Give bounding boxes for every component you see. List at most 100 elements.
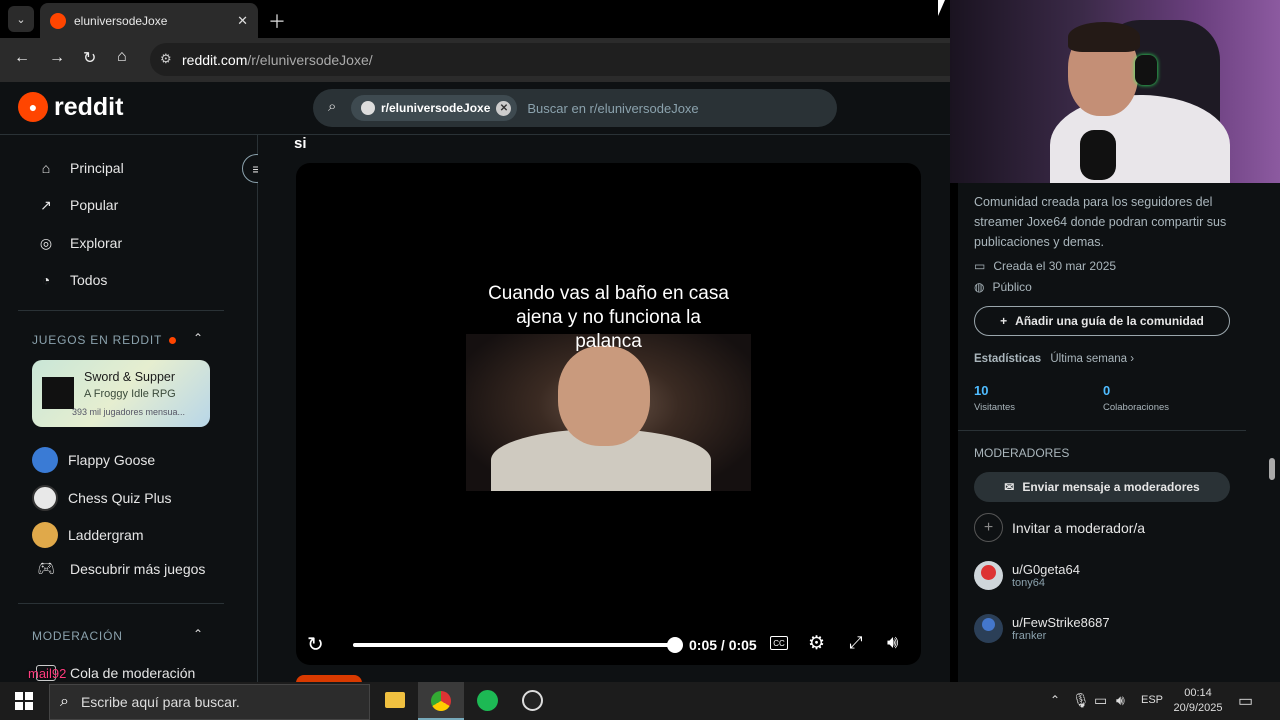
game-flappy-goose[interactable]: Flappy Goose: [32, 447, 155, 473]
stats-period: Última semana ›: [1050, 353, 1135, 365]
main-content: si Cuando vas al baño en casa ajena y no…: [258, 135, 950, 682]
sidebar-item-label: Cola de moderación: [70, 665, 196, 681]
explore-icon: ◎: [39, 234, 53, 251]
webcam-hair: [1068, 22, 1140, 52]
sidebar-item-todos[interactable]: ◔ Todos: [36, 270, 108, 290]
reddit-header: ● reddit ⌕ r/eluniversodeJoxe ✕ Buscar e…: [0, 82, 950, 135]
moderator-item[interactable]: u/G0geta64 tony64: [974, 561, 1080, 590]
moderator-item[interactable]: u/FewStrike8687 franker: [974, 614, 1110, 643]
goose-icon: [32, 447, 58, 473]
new-tab-button[interactable]: ＋: [268, 8, 286, 34]
settings-icon[interactable]: ⚙: [808, 632, 825, 655]
webcam-headset: [1135, 55, 1157, 85]
close-tab-icon[interactable]: ✕: [237, 13, 248, 29]
video-player[interactable]: Cuando vas al baño en casa ajena y no fu…: [296, 163, 921, 665]
button-label: Añadir una guía de la comunidad: [1015, 314, 1204, 328]
page-scrollbar[interactable]: [1269, 183, 1277, 682]
add-user-icon: +: [974, 513, 1003, 542]
add-community-guide-button[interactable]: + Añadir una guía de la comunidad: [974, 306, 1230, 336]
volume-icon[interactable]: 🔊︎: [887, 632, 898, 653]
visitors-value: 10: [974, 383, 989, 398]
language-indicator[interactable]: ESP: [1141, 694, 1163, 706]
captions-icon[interactable]: CC: [770, 636, 788, 650]
start-button[interactable]: [15, 692, 33, 710]
discover-games[interactable]: 🎮︎ Descubrir más juegos: [36, 560, 205, 577]
address-bar[interactable]: ⚙ reddit.com /r/eluniversodeJoxe/: [150, 43, 950, 76]
microphone-icon[interactable]: 🎙︎: [1072, 692, 1090, 709]
sidebar-item-popular[interactable]: ↗ Popular: [36, 195, 118, 215]
tab-search-button[interactable]: ⌄: [8, 6, 34, 32]
video-progress-fill: [353, 643, 675, 647]
community-sidebar: Comunidad creada para los seguidores del…: [958, 183, 1280, 682]
network-icon[interactable]: ▭: [1094, 692, 1107, 709]
fullscreen-icon[interactable]: ⤢: [849, 633, 863, 653]
volume-icon[interactable]: 🔊︎: [1116, 692, 1125, 709]
vote-bar-partial[interactable]: [296, 675, 362, 682]
replay-icon[interactable]: ↻: [307, 632, 324, 657]
sidebar-item-explorar[interactable]: ◎ Explorar: [36, 233, 122, 253]
featured-game-card[interactable]: Sword & Supper A Froggy Idle RPG 393 mil…: [32, 360, 210, 427]
visibility-label: Público: [992, 280, 1032, 294]
contrib-label: Colaboraciones: [1103, 402, 1170, 413]
search-placeholder: Buscar en r/eluniversodeJoxe: [527, 100, 699, 116]
scrollbar-thumb[interactable]: [1269, 458, 1275, 480]
moderation-section-header[interactable]: MODERACIÓN: [32, 629, 123, 643]
browser-toolbar: ← → ↻ ⌂ ⚙ reddit.com /r/eluniversodeJoxe…: [0, 38, 950, 82]
taskbar-search[interactable]: ⌕ Escribe aquí para buscar.: [49, 684, 370, 720]
sidebar-item-label: Todos: [70, 272, 108, 288]
chevron-up-icon[interactable]: ⌃: [193, 627, 203, 641]
moderator-name: u/FewStrike8687: [1012, 615, 1110, 630]
new-dot-icon: [169, 337, 177, 344]
reddit-wordmark: reddit: [54, 92, 124, 121]
notifications-icon[interactable]: ▭: [1238, 691, 1253, 711]
spotify-icon[interactable]: [477, 690, 498, 711]
message-mods-button[interactable]: ✉ Enviar mensaje a moderadores: [974, 472, 1230, 502]
reload-icon[interactable]: ↻: [83, 48, 96, 68]
clock[interactable]: 00:14 20/9/2025: [1172, 686, 1224, 716]
reddit-snoo-icon: ●: [18, 92, 48, 122]
game-chess-quiz[interactable]: Chess Quiz Plus: [32, 485, 171, 511]
reddit-favicon-icon: [50, 12, 66, 29]
file-explorer-icon[interactable]: [385, 692, 405, 708]
tab-strip: ⌄ eluniversodeJoxe ✕ ＋: [0, 0, 950, 38]
clock-time: 00:14: [1184, 687, 1212, 699]
invite-label: Invitar a moderador/a: [1012, 519, 1146, 536]
forward-icon[interactable]: →: [49, 49, 65, 67]
site-settings-icon[interactable]: ⚙: [160, 51, 172, 67]
games-section-header[interactable]: JUEGOS EN REDDIT: [32, 333, 177, 347]
community-search-chip[interactable]: r/eluniversodeJoxe ✕: [351, 95, 518, 121]
browser-tab[interactable]: eluniversodeJoxe ✕: [40, 3, 258, 38]
button-label: Enviar mensaje a moderadores: [1022, 480, 1200, 494]
chevron-up-icon[interactable]: ⌃: [1050, 693, 1060, 707]
clear-chip-icon[interactable]: ✕: [496, 100, 512, 116]
webcam-overlay: [950, 0, 1280, 183]
video-progress-thumb[interactable]: [667, 637, 683, 653]
gamepad-icon: 🎮︎: [37, 560, 55, 576]
video-caption: Cuando vas al baño en casa ajena y no fu…: [488, 283, 729, 352]
moderator-flair: franker: [1012, 630, 1047, 642]
community-icon: [361, 101, 375, 115]
mouse-cursor: [938, 0, 945, 16]
moderator-flair: tony64: [1012, 577, 1046, 589]
home-browser-icon[interactable]: ⌂: [117, 48, 127, 66]
reddit-logo[interactable]: ● reddit: [18, 92, 123, 122]
reddit-search[interactable]: ⌕ r/eluniversodeJoxe ✕ Buscar en r/eluni…: [313, 89, 837, 127]
url-domain: reddit.com: [182, 51, 248, 68]
sidebar-item-label: Popular: [70, 197, 119, 213]
stats-header[interactable]: Estadísticas Última semana ›: [974, 353, 1134, 365]
ladder-icon: [32, 522, 58, 548]
chrome-taskbar-icon[interactable]: [418, 682, 464, 720]
sidebar-item-principal[interactable]: ⌂ Principal: [36, 158, 124, 178]
game-label: Laddergram: [68, 527, 144, 543]
sidebar-item-label: Explorar: [70, 235, 123, 251]
game-laddergram[interactable]: Laddergram: [32, 522, 144, 548]
all-icon: ◔: [41, 272, 51, 288]
video-progress-track[interactable]: [353, 637, 683, 653]
back-icon[interactable]: ←: [14, 49, 30, 67]
invite-moderator[interactable]: + Invitar a moderador/a: [974, 513, 1145, 542]
avatar: [974, 614, 1003, 643]
home-icon: ⌂: [41, 160, 51, 176]
obs-icon[interactable]: [522, 690, 543, 711]
chevron-up-icon[interactable]: ⌃: [193, 331, 203, 345]
created-label: Creada el 30 mar 2025: [993, 259, 1117, 273]
